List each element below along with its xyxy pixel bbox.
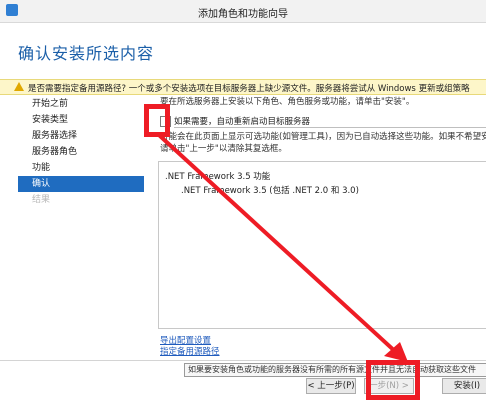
arrow-head [384, 342, 408, 362]
wizard-nav: 开始之前 安装类型 服务器选择 服务器角色 功能 确认 结果 [18, 96, 144, 208]
info-text: 可能会在此页面上显示可选功能(如管理工具)，因为已自动选择这些功能。如果不希望安… [160, 131, 486, 155]
list-item: .NET Framework 3.5 功能 [165, 172, 271, 182]
tooltip: 如果要安装角色或功能的服务器没有所需的所有源文件并且无法自动获取这些文件 [184, 363, 486, 377]
nav-item-confirmation[interactable]: 确认 [18, 176, 144, 192]
install-button[interactable]: 安装(I) [442, 378, 486, 394]
nav-item-server-roles[interactable]: 服务器角色 [18, 144, 144, 160]
nav-item-results: 结果 [32, 195, 51, 205]
alt-source-link[interactable]: 指定备用源路径 [160, 345, 220, 357]
list-item: .NET Framework 3.5 (包括 .NET 2.0 和 3.0) [181, 186, 359, 196]
title-bar: 添加角色和功能向导 [0, 0, 486, 23]
nav-item-before-you-begin[interactable]: 开始之前 [18, 96, 144, 112]
page-title: 确认安装所选内容 [18, 44, 155, 63]
feature-list[interactable]: .NET Framework 3.5 功能 .NET Framework 3.5… [158, 161, 486, 329]
warning-icon [14, 82, 24, 91]
restart-label[interactable]: 如果需要，自动重新启动目标服务器 [174, 115, 310, 127]
info-line-2: 请单击"上一步"以清除其复选框。 [160, 144, 287, 154]
nav-item-features[interactable]: 功能 [18, 160, 144, 176]
restart-checkbox[interactable] [160, 116, 171, 127]
nav-item-installation-type[interactable]: 安装类型 [18, 112, 144, 128]
warning-banner[interactable]: 是否需要指定备用源路径? 一个或多个安装选项在目标服务器上缺少源文件。服务器将尝… [0, 79, 486, 95]
intro-text: 要在所选服务器上安装以下角色、角色服务或功能，请单击"安装"。 [160, 97, 415, 107]
next-button[interactable]: 一步(N) > [364, 378, 414, 394]
nav-item-server-selection[interactable]: 服务器选择 [18, 128, 144, 144]
warning-text: 是否需要指定备用源路径? 一个或多个安装选项在目标服务器上缺少源文件。服务器将尝… [28, 84, 470, 94]
window-title: 添加角色和功能向导 [198, 9, 288, 20]
divider [174, 127, 486, 128]
previous-button[interactable]: < 上一步(P) [306, 378, 356, 394]
info-line-1: 可能会在此页面上显示可选功能(如管理工具)，因为已自动选择这些功能。如果不希望安 [160, 132, 486, 142]
footer-divider [0, 360, 486, 361]
